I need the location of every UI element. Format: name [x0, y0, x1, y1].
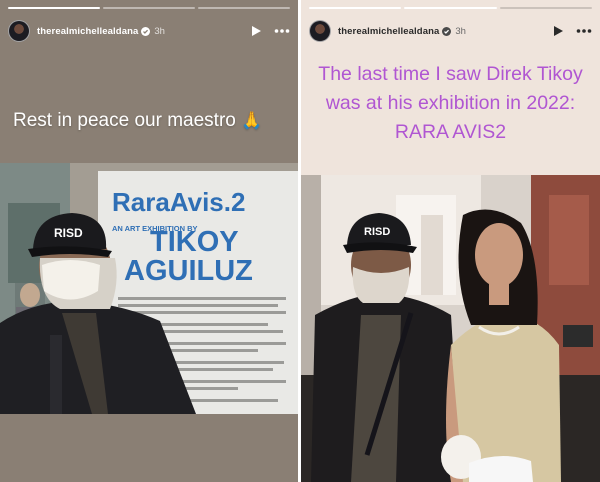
banner-title: RaraAvis.2	[112, 187, 245, 217]
photo-illustration: RISD	[301, 175, 600, 482]
story-photo: RaraAvis.2 AN ART EXHIBITION BY TIKOY AG…	[0, 163, 298, 414]
caption-line: was at his exhibition in 2022:	[325, 92, 576, 114]
story-progress-bars	[8, 7, 290, 9]
play-icon[interactable]	[250, 25, 262, 37]
caption-line: The last time I saw Direk Tikoy	[318, 63, 583, 85]
progress-segment	[103, 7, 195, 9]
username[interactable]: therealmichellealdana	[37, 26, 138, 37]
more-options-icon[interactable]	[576, 28, 592, 34]
banner-artist-line1: TIKOY	[150, 226, 239, 258]
story-caption: Rest in peace our maestro 🙏	[13, 110, 262, 132]
avatar[interactable]	[8, 20, 30, 42]
story-progress-bars	[309, 7, 592, 9]
play-icon[interactable]	[552, 25, 564, 37]
cap-text: RISD	[364, 226, 390, 238]
story-header: therealmichellealdana 3h	[309, 20, 592, 42]
progress-segment	[499, 7, 592, 9]
more-options-icon[interactable]	[274, 28, 290, 34]
progress-segment	[8, 7, 100, 9]
story-caption: The last time I saw Direk Tikoy was at h…	[301, 60, 600, 147]
story-header: therealmichellealdana 3h	[8, 20, 290, 42]
progress-segment	[198, 7, 290, 9]
progress-segment	[309, 7, 402, 9]
username[interactable]: therealmichellealdana	[338, 26, 439, 37]
story-panel-right[interactable]: therealmichellealdana 3h The last time I…	[301, 0, 600, 482]
verified-badge-icon	[141, 26, 151, 36]
banner-artist-line2: AGUILUZ	[124, 255, 253, 287]
photo-illustration: RaraAvis.2 AN ART EXHIBITION BY TIKOY AG…	[0, 163, 298, 414]
avatar[interactable]	[309, 20, 331, 42]
post-time: 3h	[455, 25, 466, 37]
caption-line: RARA AVIS2	[394, 121, 507, 143]
caption-text: Rest in peace our maestro	[13, 110, 236, 131]
cap-text: RISD	[54, 226, 83, 240]
progress-segment	[404, 7, 497, 9]
verified-badge-icon	[442, 26, 452, 36]
post-time: 3h	[154, 25, 165, 37]
praying-hands-icon: 🙏	[241, 111, 263, 130]
story-photo: RISD	[301, 175, 600, 482]
story-panel-left[interactable]: therealmichellealdana 3h Rest in peace o…	[0, 0, 298, 482]
